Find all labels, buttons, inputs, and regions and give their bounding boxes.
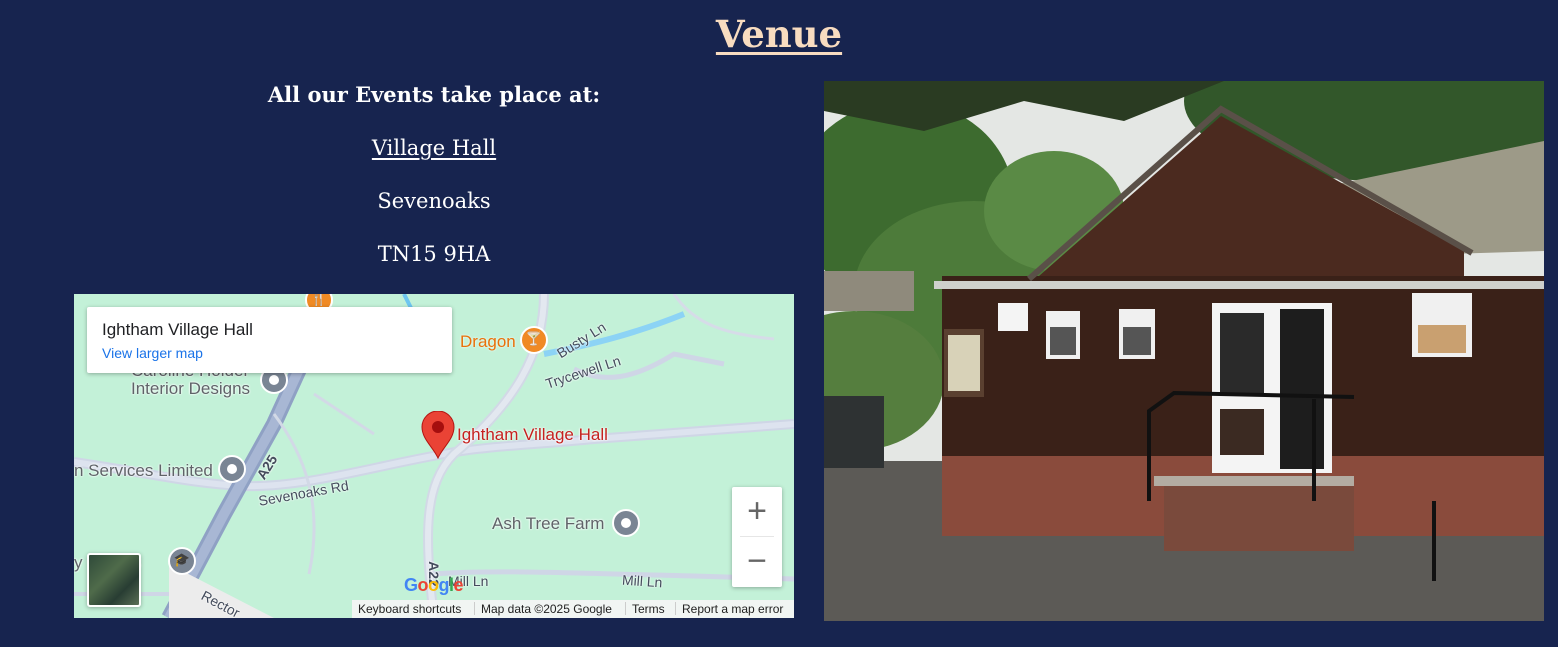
venue-address: All our Events take place at: Village Ha…: [74, 82, 794, 266]
report-map-error-link[interactable]: Report a map error: [682, 602, 783, 616]
zoom-in-button[interactable]: +: [732, 487, 782, 537]
google-logo: Google: [404, 575, 464, 595]
poi-ash-tree-label[interactable]: Ash Tree Farm: [492, 514, 604, 534]
poi-services-label[interactable]: n Services Limited: [74, 461, 213, 481]
embedded-map[interactable]: 🍴 🍸 Dragon Caroline Holder Interior Desi…: [74, 294, 794, 618]
cocktail-icon[interactable]: 🍸: [520, 326, 548, 354]
terms-link[interactable]: Terms: [632, 602, 665, 616]
poi-icon[interactable]: [218, 455, 246, 483]
map-attribution-bar: Keyboard shortcuts Map data ©2025 Google…: [352, 600, 794, 618]
view-larger-map-link[interactable]: View larger map: [102, 345, 203, 361]
venue-town: Sevenoaks: [377, 189, 491, 213]
satellite-toggle[interactable]: [87, 553, 141, 607]
venue-heading: Venue: [715, 12, 843, 56]
pin-label[interactable]: Ightham Village Hall: [457, 425, 608, 445]
map-info-card: Ightham Village Hall View larger map: [87, 307, 452, 373]
village-hall-photo: [824, 81, 1544, 621]
poi-interior-label-2[interactable]: Interior Designs: [131, 379, 250, 399]
school-icon[interactable]: 🎓: [168, 547, 196, 575]
poi-dragon-label[interactable]: Dragon: [460, 332, 516, 352]
keyboard-shortcuts-link[interactable]: Keyboard shortcuts: [358, 602, 461, 616]
road-mill-ln-right: Mill Ln: [621, 571, 663, 591]
map-place-name: Ightham Village Hall: [102, 320, 253, 339]
poi-icon[interactable]: [612, 509, 640, 537]
map-data-text: Map data ©2025 Google: [481, 602, 612, 616]
events-intro: All our Events take place at:: [267, 82, 601, 107]
zoom-controls: + −: [732, 487, 782, 587]
zoom-out-button[interactable]: −: [732, 537, 782, 587]
map-pin-icon[interactable]: [421, 411, 455, 459]
venue-postcode: TN15 9HA: [377, 242, 491, 266]
village-hall-link[interactable]: Village Hall: [372, 136, 496, 160]
